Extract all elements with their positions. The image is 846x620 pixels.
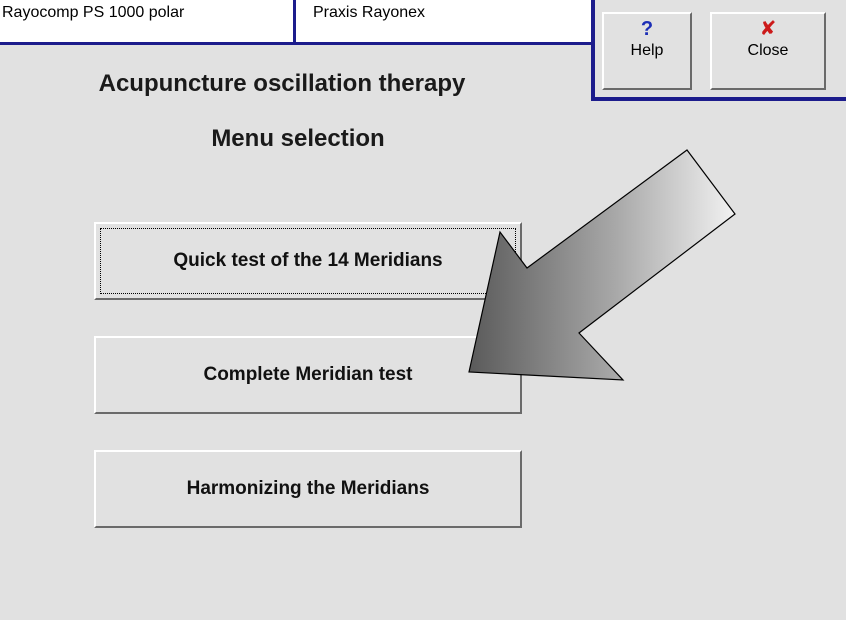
quick-test-button[interactable]: Quick test of the 14 Meridians — [94, 222, 522, 300]
help-label: Help — [630, 42, 664, 59]
complete-test-label: Complete Meridian test — [203, 364, 413, 385]
complete-test-button[interactable]: Complete Meridian test — [94, 336, 522, 414]
tab-practice-name: Praxis Rayonex — [313, 4, 426, 21]
harmonize-label: Harmonizing the Meridians — [186, 478, 430, 499]
tab-device-name: Rayocomp PS 1000 polar — [0, 0, 296, 42]
close-label: Close — [747, 42, 789, 59]
close-icon: ✘ — [759, 18, 777, 40]
help-icon: ? — [640, 18, 654, 40]
focus-outline — [100, 228, 516, 294]
help-button[interactable]: ? Help — [602, 12, 692, 90]
page-title: Acupuncture oscillation therapy — [98, 70, 466, 97]
harmonize-button[interactable]: Harmonizing the Meridians — [94, 450, 522, 528]
page-subtitle: Menu selection — [211, 125, 385, 152]
close-button[interactable]: ✘ Close — [710, 12, 826, 90]
title-tab-bar: Rayocomp PS 1000 polar Praxis Rayonex — [0, 0, 594, 45]
